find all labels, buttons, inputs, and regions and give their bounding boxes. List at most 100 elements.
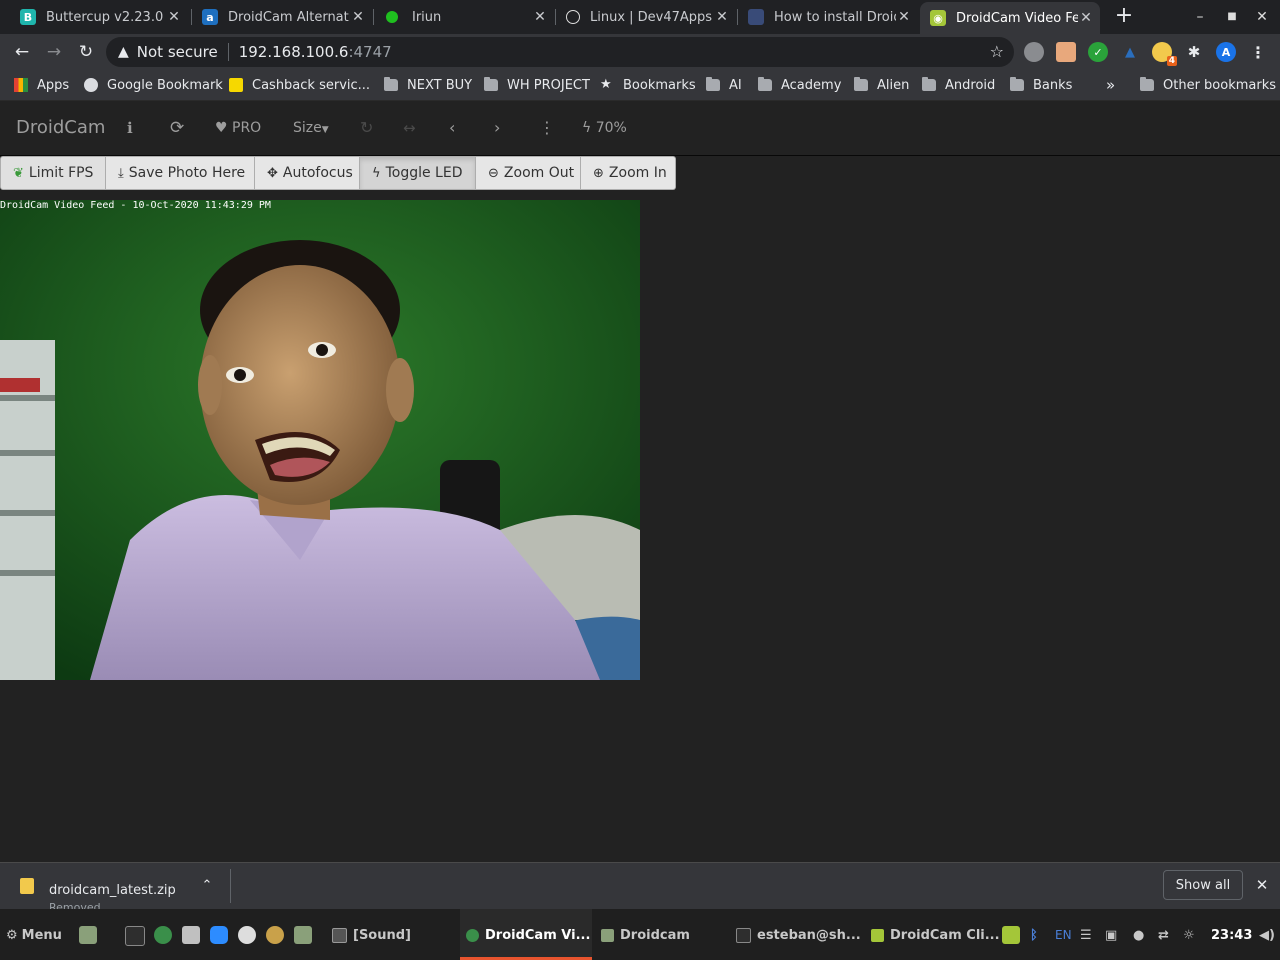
- bookmark-apps[interactable]: Apps: [14, 76, 69, 94]
- refresh-icon[interactable]: ⟳: [170, 101, 184, 155]
- close-icon[interactable]: ✕: [166, 9, 182, 25]
- button-label: Zoom In: [608, 165, 667, 181]
- files-launcher-icon[interactable]: [294, 926, 312, 944]
- close-icon[interactable]: ✕: [714, 9, 730, 25]
- toggle-led-button[interactable]: ϟ Toggle LED: [360, 156, 476, 190]
- start-menu-button[interactable]: ⚙ Menu: [6, 925, 62, 945]
- maximize-button[interactable]: ■: [1220, 6, 1244, 28]
- pro-link[interactable]: ♥ PRO: [215, 101, 261, 155]
- avatar-extension-icon[interactable]: [1056, 42, 1076, 62]
- close-icon[interactable]: ✕: [532, 9, 548, 25]
- vertical-ellipsis-icon[interactable]: ⋮: [539, 101, 555, 155]
- clipboard-icon[interactable]: ▣: [1105, 925, 1117, 945]
- taskbar-window-droidcam-folder[interactable]: Droidcam: [601, 925, 690, 945]
- tab-how-to-install[interactable]: How to install Droid ✕: [738, 2, 918, 32]
- taskbar-window-terminal[interactable]: esteban@sh...: [736, 925, 861, 945]
- bluetooth-icon[interactable]: ᛒ: [1030, 925, 1038, 945]
- bookmark-ai[interactable]: AI: [706, 76, 742, 94]
- zoom-out-button[interactable]: ⊖ Zoom Out: [476, 156, 581, 190]
- taskbar-window-droidcam-video[interactable]: DroidCam Vi...: [466, 925, 590, 945]
- address-bar[interactable]: ▲ Not secure 192.168.100.6 :4747 ☆: [106, 37, 1014, 67]
- zoom-launcher-icon[interactable]: [210, 926, 228, 944]
- security-label[interactable]: Not secure: [137, 43, 218, 61]
- user-icon[interactable]: ●: [1133, 925, 1144, 945]
- tab-dev47apps[interactable]: Linux | Dev47Apps ✕: [556, 2, 736, 32]
- brightness-icon[interactable]: ☼: [1183, 925, 1195, 945]
- droidcam-tray-icon[interactable]: [1002, 926, 1020, 944]
- chevron-right-icon[interactable]: ›: [494, 101, 500, 155]
- chrome-launcher-icon[interactable]: [154, 926, 172, 944]
- save-photo-button[interactable]: ⤓ Save Photo Here: [106, 156, 255, 190]
- desktop-icon[interactable]: [79, 926, 97, 944]
- lightbulb-extension-icon[interactable]: 4: [1152, 42, 1177, 66]
- chevron-up-icon[interactable]: ⌃: [198, 875, 216, 897]
- iriun-dot-icon: [386, 11, 398, 23]
- window-label: esteban@sh...: [757, 927, 861, 943]
- howto-icon: [748, 9, 764, 25]
- close-icon[interactable]: ✕: [896, 9, 912, 25]
- download-filename[interactable]: droidcam_latest.zip: [49, 883, 176, 898]
- warning-icon[interactable]: ▲: [118, 44, 129, 60]
- audio-launcher-icon[interactable]: [266, 926, 284, 944]
- bookmark-star-icon[interactable]: ☆: [990, 42, 1004, 61]
- tab-droidcam-video-feed[interactable]: ◉ DroidCam Video Fe ✕: [920, 2, 1100, 34]
- taskbar-window-sound[interactable]: [Sound]: [332, 925, 411, 945]
- limit-fps-button[interactable]: ❦ Limit FPS: [0, 156, 106, 190]
- size-label: Size: [293, 120, 322, 136]
- size-dropdown[interactable]: Size▼: [293, 101, 329, 155]
- tab-title: DroidCam Video Fe: [956, 10, 1078, 26]
- more-menu-icon[interactable]: ⋮: [1248, 42, 1268, 62]
- profile-avatar[interactable]: A: [1216, 42, 1236, 62]
- display-icon[interactable]: ☰: [1080, 925, 1092, 945]
- clock[interactable]: 23:43: [1211, 925, 1252, 945]
- battery-level: 70%: [595, 120, 627, 136]
- volume-icon[interactable]: ◀): [1259, 925, 1275, 945]
- zoom-in-button[interactable]: ⊕ Zoom In: [581, 156, 676, 190]
- check-extension-icon[interactable]: ✓: [1088, 42, 1108, 62]
- button-label: Zoom Out: [503, 165, 575, 181]
- bookmark-next-buy[interactable]: NEXT BUY: [384, 76, 472, 94]
- minimize-button[interactable]: –: [1188, 6, 1212, 28]
- info-icon[interactable]: ℹ: [127, 101, 133, 155]
- rotate-icon[interactable]: ↻: [360, 101, 373, 155]
- close-icon[interactable]: ✕: [1078, 10, 1094, 26]
- bookmark-academy[interactable]: Academy: [758, 76, 841, 94]
- bookmark-bookmarks[interactable]: ★ Bookmarks: [600, 76, 696, 94]
- tab-buttercup[interactable]: B Buttercup v2.23.0 ✕: [8, 2, 188, 32]
- keyboard-layout-indicator[interactable]: EN: [1055, 925, 1072, 945]
- puzzle-icon[interactable]: ✱: [1184, 42, 1204, 62]
- bookmark-wh-project[interactable]: WH PROJECT: [484, 76, 590, 94]
- reload-button[interactable]: ↻: [74, 40, 98, 64]
- app-launcher-icon[interactable]: [182, 926, 200, 944]
- bookmark-label: Academy: [781, 77, 842, 93]
- leaf-icon: ❦: [13, 165, 24, 181]
- bookmark-alien[interactable]: Alien: [854, 76, 909, 94]
- bookmark-android[interactable]: Android: [922, 76, 995, 94]
- autofocus-button[interactable]: ✥ Autofocus: [255, 156, 360, 190]
- close-download-bar-icon[interactable]: ✕: [1252, 874, 1272, 896]
- cloud-extension-icon[interactable]: [1024, 42, 1044, 62]
- chevron-left-icon[interactable]: ‹: [449, 101, 455, 155]
- bookmarks-overflow-button[interactable]: »: [1106, 76, 1115, 94]
- close-icon[interactable]: ✕: [350, 9, 366, 25]
- new-tab-button[interactable]: +: [1112, 4, 1136, 28]
- tab-iriun[interactable]: Iriun ✕: [374, 2, 554, 32]
- back-button[interactable]: ←: [10, 40, 34, 64]
- bookmark-google[interactable]: Google Bookmark: [84, 76, 223, 94]
- taskbar-window-droidcam-client[interactable]: DroidCam Cli...: [871, 925, 1000, 945]
- terminal-launcher-icon[interactable]: [125, 926, 145, 946]
- close-window-button[interactable]: ✕: [1250, 6, 1274, 28]
- forward-button[interactable]: →: [42, 40, 66, 64]
- address-port: :4747: [348, 43, 392, 61]
- show-all-button[interactable]: Show all: [1163, 870, 1243, 900]
- webcam-launcher-icon[interactable]: [238, 926, 256, 944]
- flip-icon[interactable]: ↔: [403, 101, 416, 155]
- network-icon[interactable]: ⇄: [1158, 925, 1169, 945]
- drive-extension-icon[interactable]: ▲: [1120, 42, 1140, 62]
- bookmark-other[interactable]: Other bookmarks: [1140, 76, 1276, 94]
- tab-droidcam-alternatives[interactable]: a DroidCam Alternati ✕: [192, 2, 372, 32]
- video-caption: DroidCam Video Feed - 10-Oct-2020 11:43:…: [0, 200, 271, 211]
- bookmark-banks[interactable]: Banks: [1010, 76, 1072, 94]
- bookmark-cashback[interactable]: Cashback servic...: [229, 76, 370, 94]
- droidcam-brand[interactable]: DroidCam: [16, 101, 105, 155]
